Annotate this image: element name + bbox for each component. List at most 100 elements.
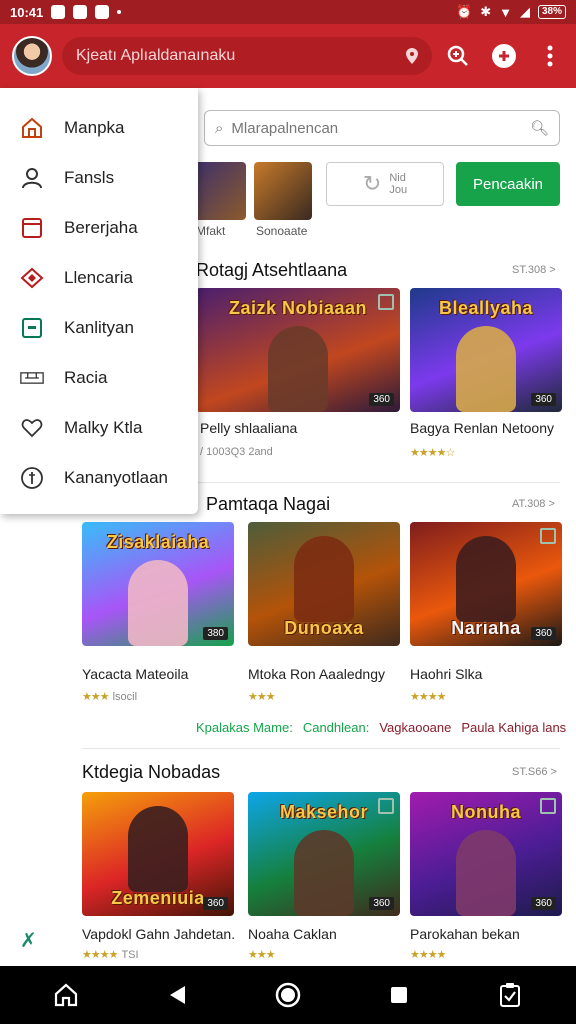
rating-stars: ★★★ <box>82 691 110 703</box>
drawer-item-label: Kanlityan <box>64 318 134 337</box>
game-badge: 380 <box>203 627 228 640</box>
drawer-item-rewards[interactable]: Kananyotlaan <box>0 453 198 503</box>
drawer-item-featured[interactable]: Llencaria <box>0 253 198 303</box>
rating-stars: ★★★ <box>248 691 276 703</box>
home-icon <box>20 116 44 140</box>
game-meta: ★★★★ <box>410 948 446 961</box>
system-nav-bar <box>0 966 576 1024</box>
game-art-figure <box>456 326 516 412</box>
game-card[interactable]: Zaizk Nobiaaan 360 <box>196 288 400 412</box>
game-art-figure <box>456 830 516 916</box>
category-thumbnail[interactable] <box>254 162 312 220</box>
game-card[interactable]: Zisaklaiaha 380 <box>82 522 234 646</box>
game-card[interactable]: Nariaha 360 <box>410 522 562 646</box>
drawer-item-library[interactable]: Bererjaha <box>0 203 198 253</box>
tag-links: Kpalakas Mame: Candhlean: Vagkaooane Pau… <box>196 720 566 735</box>
section-title: Rotagj Atsehtlaana <box>196 260 348 280</box>
game-title[interactable]: Parokahan bekan <box>410 926 520 942</box>
divider <box>82 748 560 749</box>
clipboard-check-icon[interactable] <box>494 979 526 1011</box>
sync-button[interactable]: ↻ Nid Jou <box>326 162 444 206</box>
game-art-figure <box>294 536 354 622</box>
game-card[interactable]: Dunoaxa <box>248 522 400 646</box>
category-label: Mfakt <box>196 224 226 238</box>
search-bar[interactable]: Kjeatı Aplıaldanaınaku <box>62 37 432 75</box>
rating-stars: ★★★★ <box>410 949 446 961</box>
game-card[interactable]: Bleallyaha 360 <box>410 288 562 412</box>
game-title[interactable]: Mtoka Ron Aaaledngy <box>248 666 385 682</box>
divider <box>196 482 560 483</box>
search-placeholder: Kjeatı Aplıaldanaınaku <box>76 47 236 64</box>
rating-stars: ★★★★☆ <box>410 447 455 459</box>
game-badge: 360 <box>369 897 394 910</box>
section-more-link[interactable]: ST.S66 > <box>512 766 557 778</box>
circle-home-icon[interactable] <box>272 979 304 1011</box>
search-plus-icon[interactable] <box>444 42 472 70</box>
drawer-item-collection[interactable]: Kanlityan <box>0 303 198 353</box>
section-title: Pamtaqa Nagai <box>206 494 331 514</box>
game-meta: ★★★★ TSI <box>82 948 139 962</box>
status-bar: 10:41 ⏰ ✱ ▼ ◢ 38% <box>0 0 576 24</box>
notification-icon <box>51 5 66 19</box>
game-meta: ★★★★☆ <box>410 446 455 459</box>
drawer-item-label: Racia <box>64 368 108 387</box>
drawer-item-home[interactable]: Manpka <box>0 103 198 153</box>
game-meta: ★★★ lsocil <box>82 690 138 704</box>
bookmark-icon <box>378 294 394 310</box>
rating-stars: ★★★★ <box>82 949 118 961</box>
rating-stars: ★★★★ <box>410 691 446 703</box>
square-box-icon <box>20 316 44 340</box>
diamond-icon <box>20 266 44 290</box>
recents-icon[interactable] <box>383 979 415 1011</box>
rating-stars: ★★★ <box>248 949 276 961</box>
game-title[interactable]: Bagya Renlan Netoony <box>410 420 554 436</box>
battery-indicator: 38% <box>537 5 566 19</box>
section-more-link[interactable]: ST.308 > <box>512 264 556 276</box>
tag-link[interactable]: Candhlean: <box>303 720 370 735</box>
game-art-title: Bleallyaha <box>438 298 534 318</box>
overflow-menu-icon[interactable] <box>536 42 564 70</box>
game-card[interactable]: Maksehor 360 <box>248 792 400 916</box>
wifi-icon: ▼ <box>499 4 512 20</box>
drawer-item-wishlist[interactable]: Malky Ktla <box>0 403 198 453</box>
search-placeholder: Mlarapalnencan <box>231 119 339 137</box>
content-search-input[interactable]: ⌕ Mlarapalnencan 🔍︎ <box>204 110 560 146</box>
drawer-item-profile[interactable]: Fansls <box>0 153 198 203</box>
home-icon[interactable] <box>50 979 82 1011</box>
bookmark-icon <box>540 528 556 544</box>
game-title[interactable]: Haohri Slka <box>410 666 482 682</box>
tag-link[interactable]: Kpalakas Mame: <box>196 720 293 735</box>
back-icon[interactable] <box>161 979 193 1011</box>
drawer-item-label: Bererjaha <box>64 218 138 237</box>
tag-link[interactable]: Vagkaooane <box>379 720 451 735</box>
game-card[interactable]: Zemeniuia 360 <box>82 792 234 916</box>
notification-icon <box>73 5 88 19</box>
game-art-title: Zisaklaiaha <box>106 532 210 552</box>
game-meta: ★★★ <box>248 690 276 703</box>
game-badge: 360 <box>531 897 556 910</box>
drawer-item-controls[interactable]: Racia <box>0 353 198 403</box>
bookmark-icon <box>378 798 394 814</box>
avatar[interactable] <box>12 36 52 76</box>
game-title[interactable]: Vapdokl Gahn Jahdetan. <box>82 926 235 942</box>
game-badge: 360 <box>531 627 556 640</box>
game-badge: 360 <box>531 393 556 406</box>
game-card[interactable]: Nonuha 360 <box>410 792 562 916</box>
game-title[interactable]: Noaha Caklan <box>248 926 337 942</box>
section-more-link[interactable]: AT.308 > <box>512 498 555 510</box>
refresh-icon: ↻ <box>362 171 382 196</box>
sync-label-line2: Jou <box>389 184 408 196</box>
primary-action-button[interactable]: Pencaakin <box>456 162 560 206</box>
status-time: 10:41 <box>10 4 44 20</box>
drawer-item-label: Llencaria <box>64 268 133 287</box>
app-logo-icon[interactable]: ✗ <box>20 928 37 953</box>
navigation-drawer: Manpka Fansls Bererjaha Llencaria Kanlit… <box>0 88 198 514</box>
section-title: Ktdegia Nobadas <box>82 762 221 782</box>
game-title[interactable]: Pelly shlaaliana <box>200 420 297 436</box>
tag-link[interactable]: Paula Kahiga lans <box>461 720 566 735</box>
add-circle-icon[interactable] <box>490 42 518 70</box>
app-bar: Kjeatı Aplıaldanaınaku <box>0 24 576 88</box>
game-badge: 360 <box>203 897 228 910</box>
game-title[interactable]: Yacacta Mateoila <box>82 666 188 682</box>
drawer-item-label: Manpka <box>64 118 125 137</box>
